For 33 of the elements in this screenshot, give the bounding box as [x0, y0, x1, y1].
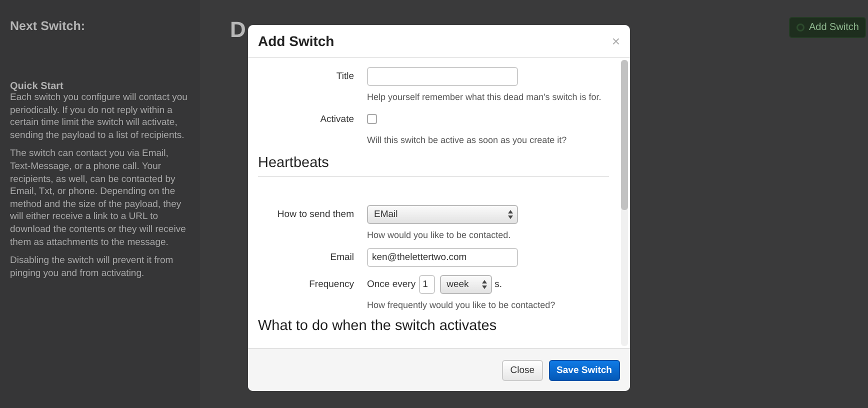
help-text: Help yourself remember what this dead man's switch is for.	[367, 92, 602, 102]
section-heading: Heartbeats	[258, 155, 330, 171]
page-title: D	[230, 17, 246, 43]
quick-start-paragraph: Each switch you configure will contact you periodically. If you do not reply within a certain time limit the switch will activate, sending the payload to a list of recipients.	[10, 92, 188, 142]
sidebar-title: Next Switch:	[10, 19, 86, 33]
help-text: Will this switch be active as soon as you create it?	[367, 135, 568, 145]
quick-start-paragraph: The switch can contact you via Email, Text-Message, or a phone call. Your recipients, as well, can be contacted by Email, Txt, or phone. Depending on the method and the size of the payload, they will either receive a link to a URL to download the contents or they will receive them as attachments to the message.	[10, 148, 187, 250]
frequency-prefix: Once every	[367, 279, 416, 290]
quick-start-paragraph: Disabling the switch will prevent it from pinging you and from activating.	[10, 255, 174, 280]
field-label: Title	[335, 70, 355, 84]
section-heading: What to do when the switch activates	[258, 318, 498, 334]
count-input-field[interactable]: 1	[418, 275, 435, 294]
title-input-field[interactable]	[367, 67, 518, 86]
updown-arrows-icon	[482, 280, 487, 289]
help-text: How would you like to be contacted.	[367, 230, 512, 240]
gear-icon	[796, 23, 805, 32]
unit-select[interactable]: week	[440, 275, 492, 294]
frequency-suffix: s.	[494, 279, 502, 290]
close-button[interactable]: Close	[502, 360, 543, 380]
updown-arrows-icon	[508, 210, 513, 219]
method-select[interactable]: EMail	[367, 205, 518, 224]
activate-checkbox[interactable]	[367, 114, 377, 124]
field-label: How to send them	[276, 208, 355, 222]
email-input-field[interactable]: ken@thelettertwo.com	[367, 248, 518, 267]
quick-start-heading: Quick Start	[10, 81, 64, 92]
field-label: Email	[329, 251, 355, 265]
save-button[interactable]: Save Switch	[548, 360, 620, 380]
field-label: Frequency	[308, 278, 355, 292]
scrollbar[interactable]	[621, 60, 628, 346]
dialog-title: Add Switch	[258, 33, 334, 49]
add-switch-button[interactable]: Add Switch	[788, 17, 866, 38]
field-label: Activate	[319, 113, 355, 127]
help-text: How frequently would you like to be contacted?	[367, 300, 556, 310]
